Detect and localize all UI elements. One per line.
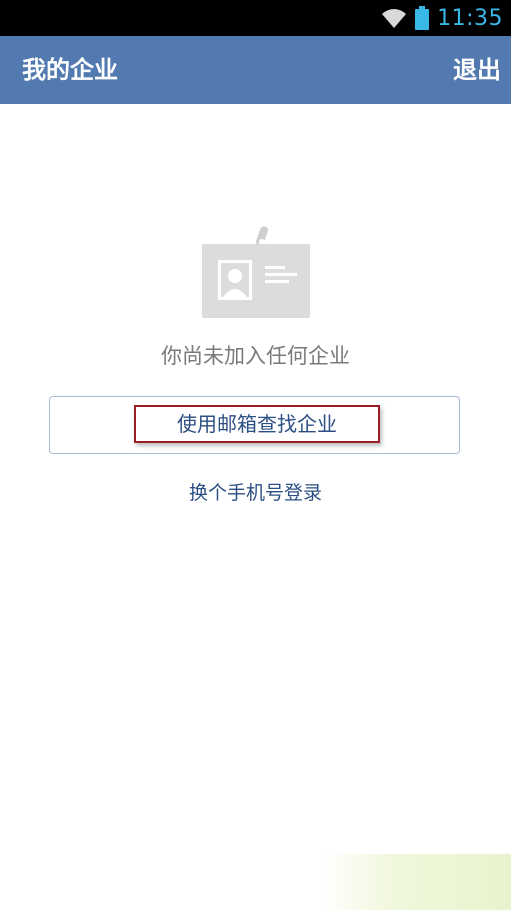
status-bar: 11:35 bbox=[0, 0, 511, 36]
corner-decoration bbox=[323, 854, 511, 910]
id-card-icon bbox=[202, 226, 310, 318]
empty-state-message: 你尚未加入任何企业 bbox=[161, 344, 350, 368]
battery-icon bbox=[415, 6, 430, 30]
wifi-icon bbox=[381, 7, 407, 29]
status-indicators: 11:35 bbox=[381, 0, 503, 36]
email-search-button-label[interactable]: 使用邮箱查找企业 bbox=[134, 405, 380, 443]
app-bar: 我的企业 退出 bbox=[0, 36, 511, 104]
page-title: 我的企业 bbox=[22, 56, 118, 84]
status-time: 11:35 bbox=[437, 5, 503, 31]
logout-button[interactable]: 退出 bbox=[453, 36, 501, 104]
phone-login-link[interactable]: 换个手机号登录 bbox=[0, 478, 511, 508]
